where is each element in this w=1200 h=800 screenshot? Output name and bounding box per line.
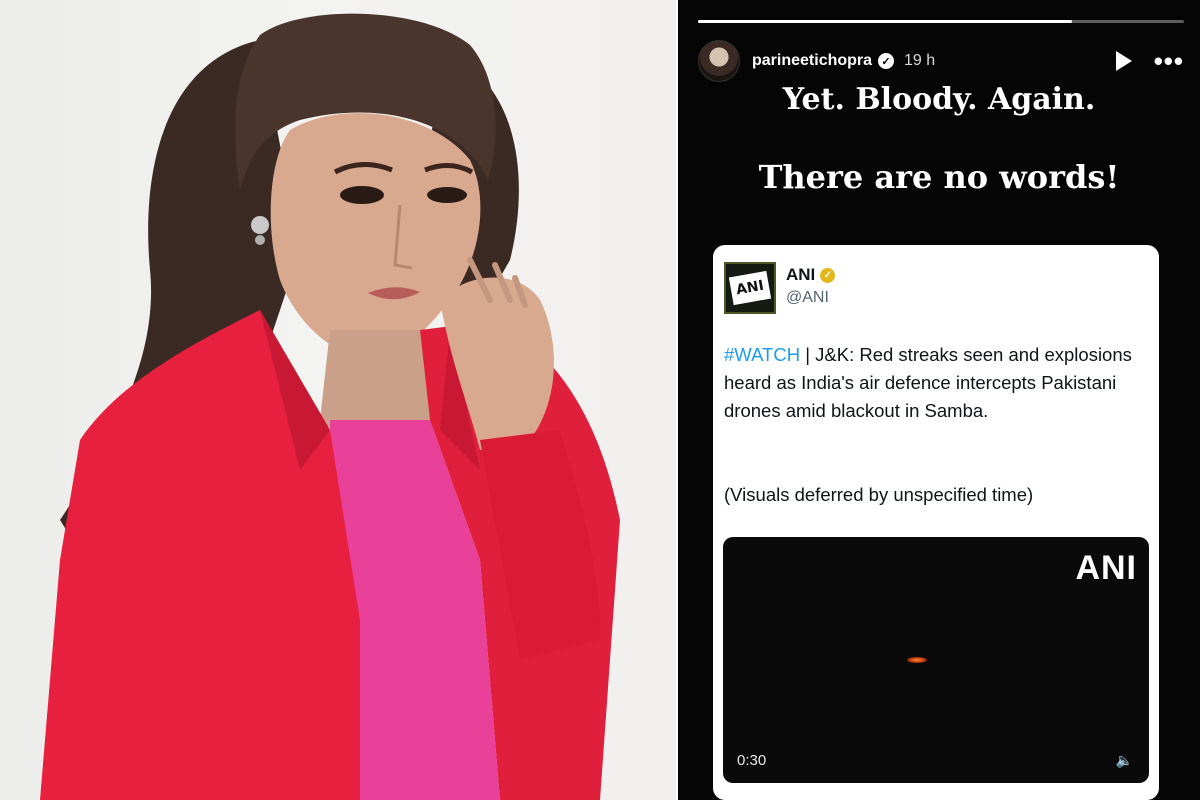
video-explosion-light [907, 657, 927, 663]
tweet-video[interactable]: ANI 0:30 🔈 [723, 537, 1149, 783]
verified-badge-icon: ✓ [878, 53, 895, 69]
tweet-handle[interactable]: @ANI [786, 289, 835, 307]
video-duration: 0:30 [737, 752, 767, 769]
tweet-author-name[interactable]: ANI [786, 265, 815, 285]
story-timestamp: 19 h [904, 52, 936, 69]
story-headline-2: There are no words! [758, 158, 1120, 196]
tweet-name-row: ANI ✓ [786, 265, 836, 285]
more-options-icon[interactable]: ••• [1154, 48, 1184, 74]
woman-portrait-image [40, 13, 620, 800]
volume-icon[interactable]: 🔈 [1116, 752, 1133, 769]
story-progress-bar [698, 20, 1184, 23]
verified-gold-icon: ✓ [820, 267, 836, 283]
video-watermark: ANI [1075, 549, 1137, 587]
ani-logo-text: ANI [728, 270, 772, 306]
ani-logo[interactable]: ANI [724, 262, 776, 314]
embedded-tweet-card[interactable]: ANI ANI ✓ @ANI #WATCH | J&K: Red streaks… [713, 245, 1159, 800]
story-headline-1: Yet. Bloody. Again. [782, 82, 1096, 117]
story-actions: ••• [1115, 48, 1184, 74]
story-progress-fill [698, 20, 1073, 23]
tweet-body: #WATCH | J&K: Red streaks seen and explo… [724, 341, 1144, 425]
tweet-author-names: ANI ✓ @ANI [786, 265, 836, 307]
tweet-note: (Visuals deferred by unspecified time) [724, 484, 1034, 505]
avatar[interactable] [698, 40, 740, 82]
story-username[interactable]: parineetichopra [752, 52, 872, 70]
tweet-author: ANI ANI ✓ @ANI [724, 262, 836, 314]
play-icon[interactable] [1115, 51, 1132, 71]
photo-panel [0, 0, 676, 800]
tweet-hashtag[interactable]: #WATCH [724, 344, 800, 365]
story-header: parineetichopra ✓ 19 h ••• [698, 40, 1184, 82]
instagram-story: parineetichopra ✓ 19 h ••• Yet. Bloody. … [678, 0, 1200, 800]
